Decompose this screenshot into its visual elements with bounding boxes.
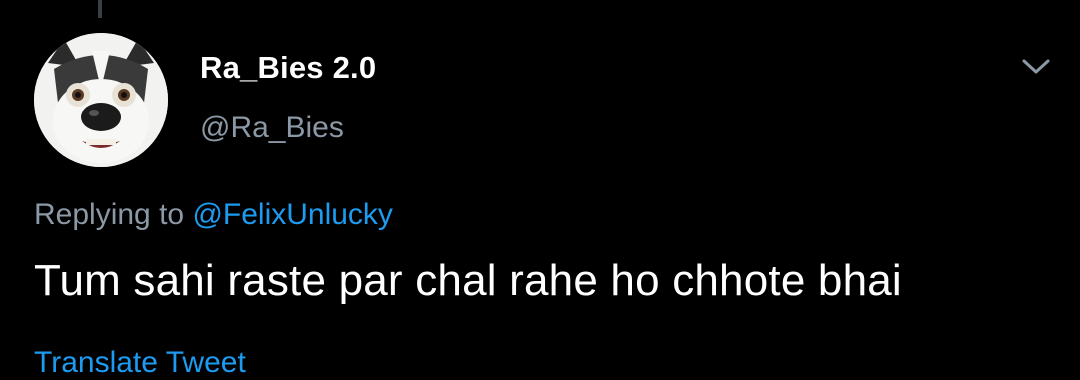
replying-to-label: Replying to <box>34 198 185 231</box>
author-handle[interactable]: @Ra_Bies <box>200 111 344 145</box>
avatar[interactable] <box>34 33 168 167</box>
author-display-name[interactable]: Ra_Bies 2.0 <box>200 50 376 86</box>
tweet-menu-button[interactable] <box>1016 50 1056 84</box>
thread-connector-line <box>98 0 102 18</box>
replying-to-line: Replying to @FelixUnlucky <box>34 198 393 232</box>
reply-mention-link[interactable]: @FelixUnlucky <box>192 198 393 231</box>
translate-tweet-link[interactable]: Translate Tweet <box>34 346 246 380</box>
chevron-down-icon <box>1022 59 1050 74</box>
tweet-text: Tum sahi raste par chal rahe ho chhote b… <box>34 256 902 305</box>
husky-dog-avatar-icon <box>34 33 168 167</box>
